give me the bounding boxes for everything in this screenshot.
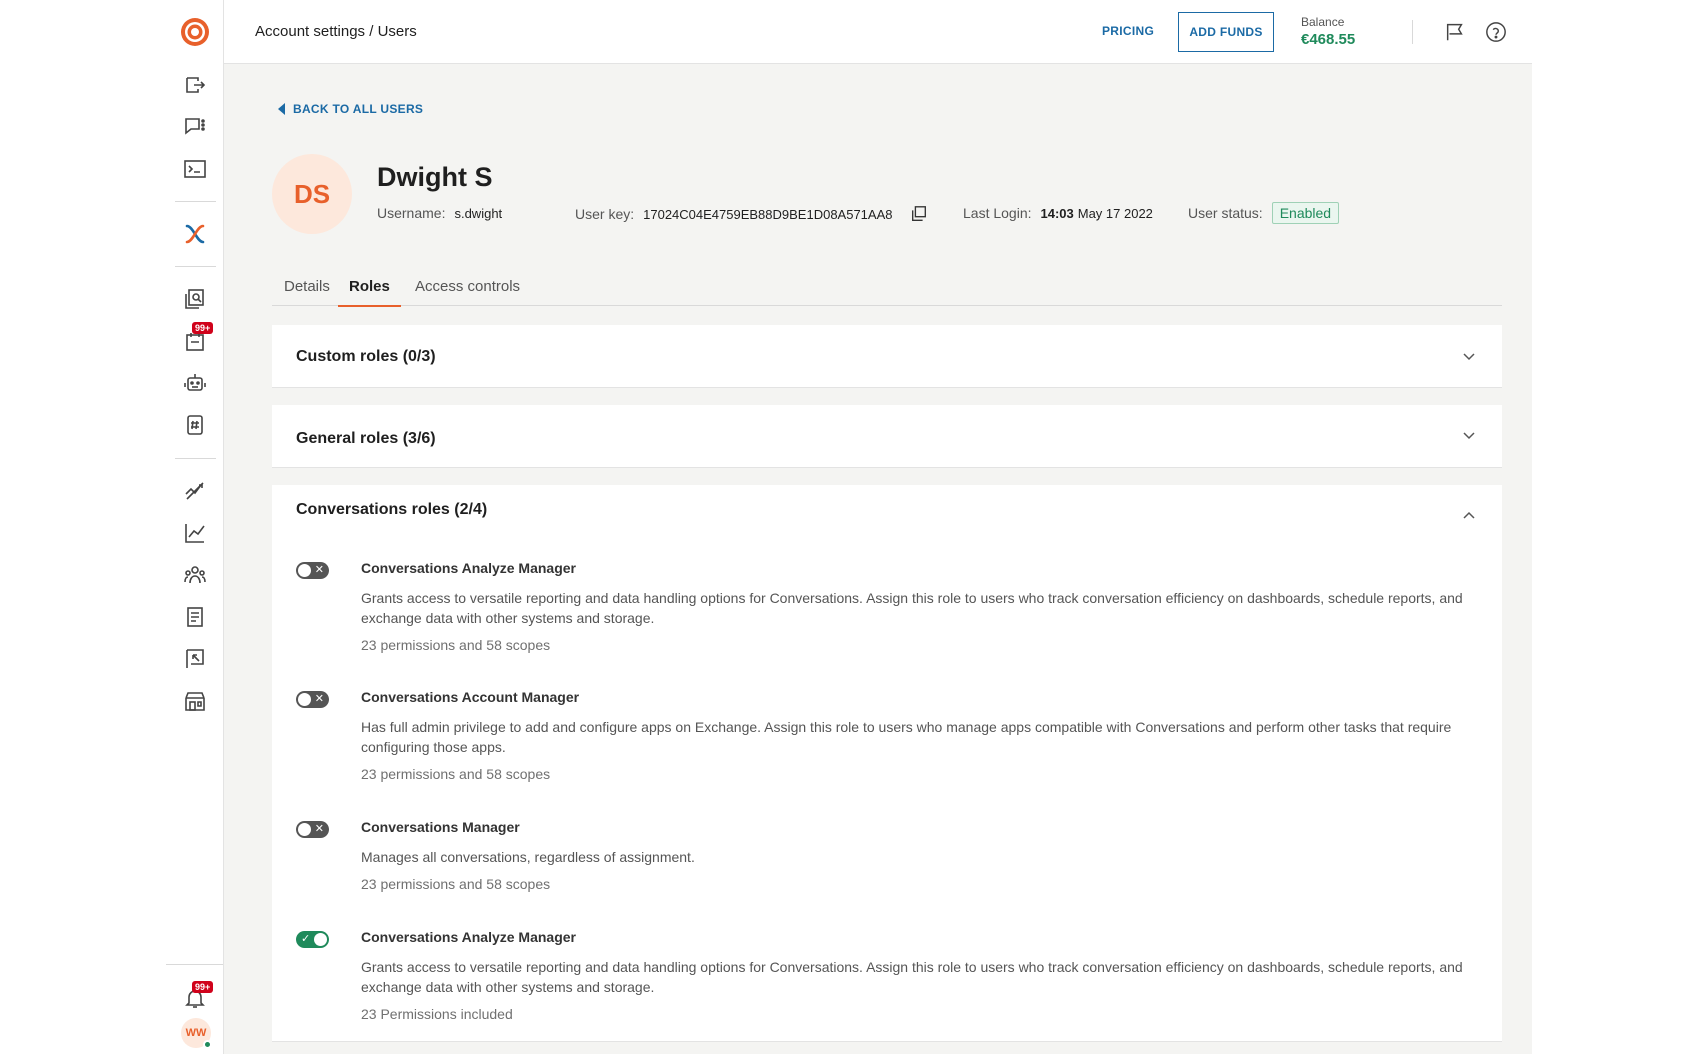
breadcrumb: Account settings / Users: [255, 23, 417, 40]
user-name: Dwight S: [377, 162, 493, 192]
chevron-down-icon[interactable]: [1462, 350, 1476, 364]
top-header: Account settings / Users PRICING ADD FUN…: [224, 0, 1532, 64]
toggle-knob: [298, 693, 311, 706]
header-divider: [1412, 20, 1413, 44]
sidebar-divider: [175, 458, 216, 459]
sidebar-divider: [166, 964, 223, 965]
last-login-time: 14:03: [1040, 205, 1074, 221]
sidebar-divider: [175, 266, 216, 267]
role-toggle[interactable]: ✕: [296, 562, 329, 579]
conversations-icon[interactable]: [182, 114, 208, 140]
presence-indicator: [203, 1040, 212, 1049]
conversations-roles-panel: Conversations roles (2/4) ✕ Conversation…: [272, 485, 1502, 1042]
role-description: Grants access to versatile reporting and…: [361, 959, 1463, 995]
chevron-up-icon[interactable]: [1462, 508, 1476, 522]
toggle-on-icon: ✓: [301, 933, 311, 945]
username-meta: Username: s.dwight: [377, 205, 502, 221]
role-name: Conversations Account Manager: [361, 689, 580, 705]
tab-access-controls[interactable]: Access controls: [415, 278, 520, 307]
role-permissions-count: 23 Permissions included: [361, 1006, 513, 1022]
status-badge: Enabled: [1271, 202, 1340, 224]
role-permissions-count: 23 permissions and 58 scopes: [361, 637, 551, 653]
role-permissions-count: 23 permissions and 58 scopes: [361, 766, 551, 782]
back-arrow-icon: [278, 103, 285, 115]
numbers-icon[interactable]: [182, 412, 208, 438]
logo-icon[interactable]: [180, 17, 210, 47]
people-icon[interactable]: [182, 562, 208, 588]
balance-value: €468.55: [1301, 31, 1356, 48]
role-toggle[interactable]: ✓: [296, 931, 329, 948]
moments-icon[interactable]: [182, 72, 208, 98]
general-roles-title: General roles (3/6): [296, 430, 436, 447]
user-avatar-large: DS: [272, 154, 352, 234]
toggle-knob: [314, 933, 327, 946]
role-description: Manages all conversations, regardless of…: [361, 849, 695, 865]
role-toggle[interactable]: ✕: [296, 691, 329, 708]
last-login-label: Last Login:: [963, 205, 1032, 221]
custom-roles-title: Custom roles (0/3): [296, 348, 436, 365]
user-key-meta: User key: 17024C04E4759EB88D9BE1D08A571A…: [575, 205, 928, 223]
role-permissions-count: 23 permissions and 58 scopes: [361, 876, 551, 892]
role-name: Conversations Analyze Manager: [361, 929, 576, 945]
role-item: ✕ Conversations Manager Manages all conv…: [296, 819, 1476, 899]
toggle-off-icon: ✕: [314, 823, 324, 835]
toggle-knob: [298, 564, 311, 577]
back-label: BACK TO ALL USERS: [293, 102, 424, 116]
chevron-down-icon[interactable]: [1462, 429, 1476, 443]
flag-icon[interactable]: [1443, 20, 1467, 44]
role-name: Conversations Analyze Manager: [361, 560, 576, 576]
notifications-badge: 99+: [192, 981, 214, 993]
sidebar-divider: [175, 201, 216, 202]
role-toggle[interactable]: ✕: [296, 821, 329, 838]
copy-icon[interactable]: [910, 205, 928, 223]
flow-icon[interactable]: [182, 478, 208, 504]
toggle-knob: [298, 823, 311, 836]
pricing-link[interactable]: PRICING: [1102, 24, 1154, 38]
help-icon[interactable]: [1484, 20, 1508, 44]
sidebar: 99+ 99+ WW: [166, 0, 224, 1054]
role-item: ✕ Conversations Analyze Manager Grants a…: [296, 560, 1476, 660]
campaigns-icon[interactable]: [182, 646, 208, 672]
tab-details[interactable]: Details: [284, 278, 330, 307]
conversations-roles-title: Conversations roles (2/4): [296, 501, 488, 518]
tasks-badge: 99+: [192, 322, 214, 334]
custom-roles-panel[interactable]: Custom roles (0/3): [272, 325, 1502, 388]
role-description: Grants access to versatile reporting and…: [361, 590, 1463, 626]
tab-roles[interactable]: Roles: [338, 278, 401, 307]
marketplace-icon[interactable]: [182, 688, 208, 714]
toggle-off-icon: ✕: [314, 693, 324, 705]
last-login-date: May 17 2022: [1077, 205, 1153, 221]
toggle-off-icon: ✕: [314, 564, 324, 576]
general-roles-panel[interactable]: General roles (3/6): [272, 405, 1502, 468]
docs-icon[interactable]: [182, 604, 208, 630]
username-value: s.dwight: [454, 205, 503, 221]
role-description: Has full admin privilege to add and conf…: [361, 719, 1452, 755]
add-funds-button[interactable]: ADD FUNDS: [1178, 12, 1274, 52]
role-item: ✕ Conversations Account Manager Has full…: [296, 689, 1476, 789]
exchange-icon[interactable]: [182, 221, 208, 247]
balance-label: Balance: [1301, 15, 1345, 29]
back-to-users-link[interactable]: BACK TO ALL USERS: [278, 102, 423, 116]
terminal-icon[interactable]: [182, 156, 208, 182]
tab-bar: Details Roles Access controls: [272, 276, 1502, 307]
main-content: BACK TO ALL USERS DS Dwight S Username: …: [224, 64, 1532, 1054]
bot-icon[interactable]: [182, 370, 208, 396]
content-search-icon[interactable]: [182, 286, 208, 312]
role-item: ✓ Conversations Analyze Manager Grants a…: [296, 929, 1476, 1029]
user-key-label: User key:: [575, 206, 635, 222]
analytics-icon[interactable]: [182, 520, 208, 546]
user-key-value: 17024C04E4759EB88D9BE1D08A571AA8: [643, 206, 893, 222]
last-login-meta: Last Login: 14:03 May 17 2022: [963, 205, 1153, 221]
username-label: Username:: [377, 205, 446, 221]
user-status-label: User status:: [1188, 205, 1263, 221]
role-name: Conversations Manager: [361, 819, 520, 835]
user-status-meta: User status: Enabled: [1188, 202, 1340, 224]
